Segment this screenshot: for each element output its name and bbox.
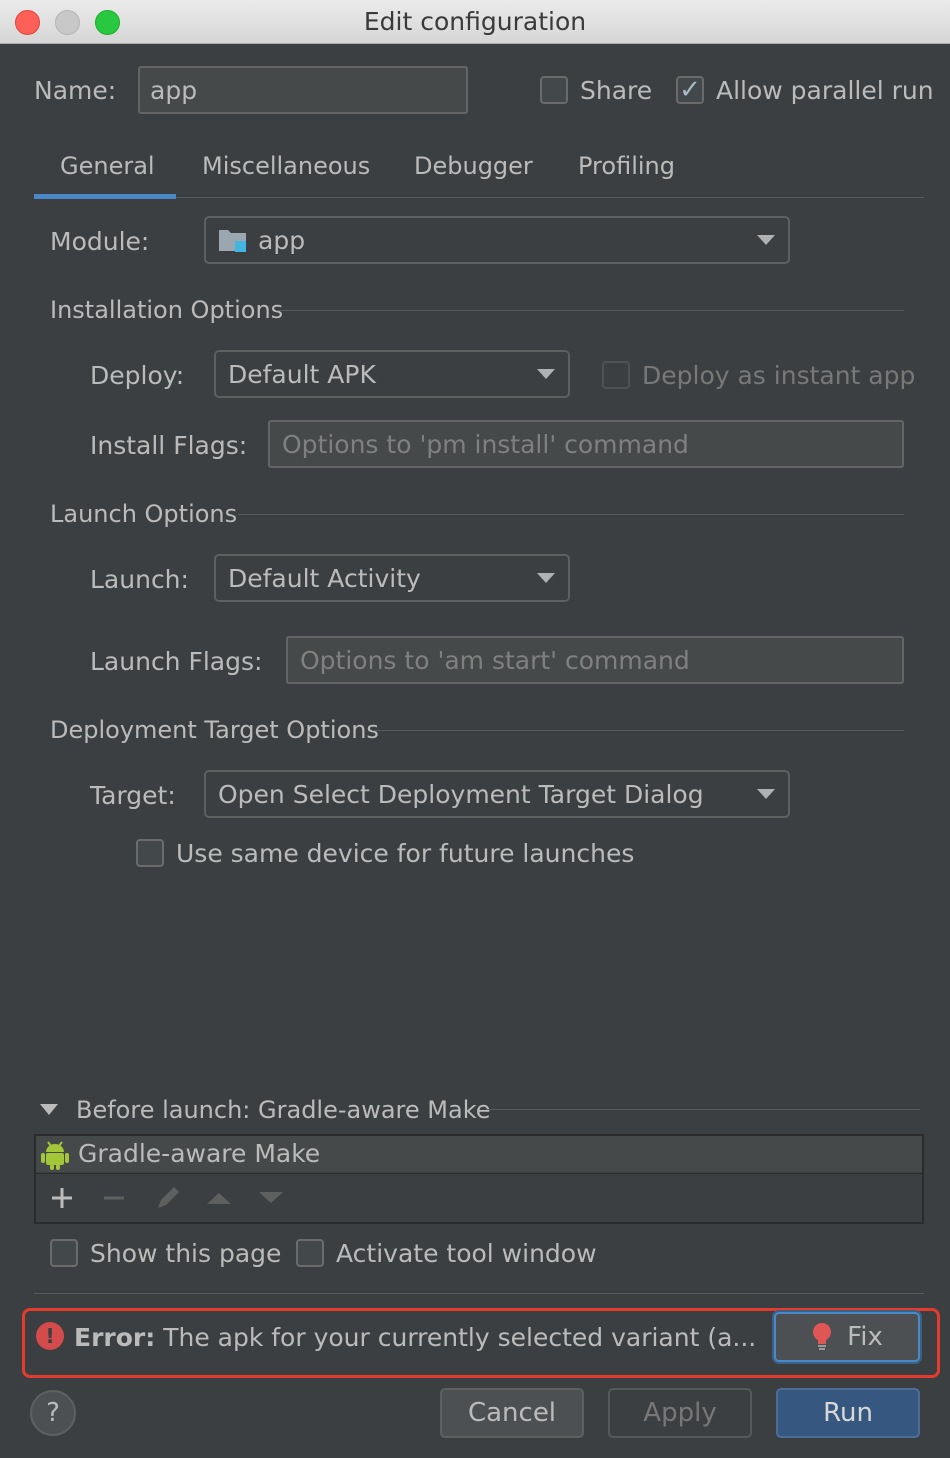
same-device-label[interactable]: Use same device for future launches xyxy=(176,839,634,868)
move-up-icon[interactable] xyxy=(206,1190,232,1206)
launch-value: Default Activity xyxy=(228,563,421,593)
activate-tool-window-label[interactable]: Activate tool window xyxy=(336,1239,597,1268)
deployment-target-options-title: Deployment Target Options xyxy=(50,716,379,744)
name-input[interactable]: app xyxy=(138,66,468,114)
module-label: Module: xyxy=(50,227,150,256)
run-button[interactable]: Run xyxy=(776,1388,920,1438)
launch-options-separator xyxy=(238,514,904,515)
before-launch-list-item[interactable]: Gradle-aware Make xyxy=(36,1136,922,1172)
before-launch-title: Before launch: Gradle-aware Make xyxy=(76,1096,491,1124)
install-flags-label: Install Flags: xyxy=(90,431,248,460)
launch-select[interactable]: Default Activity xyxy=(214,554,570,602)
window-title: Edit configuration xyxy=(363,7,587,36)
launch-flags-input[interactable]: Options to 'am start' command xyxy=(286,636,904,684)
same-device-checkbox[interactable] xyxy=(136,839,164,867)
show-this-page-checkbox[interactable] xyxy=(50,1239,78,1267)
target-value: Open Select Deployment Target Dialog xyxy=(218,779,704,809)
active-tab-indicator xyxy=(34,194,176,199)
remove-icon[interactable] xyxy=(102,1186,126,1210)
installation-options-separator xyxy=(276,310,904,311)
deploy-label: Deploy: xyxy=(90,361,185,390)
target-label: Target: xyxy=(90,781,176,810)
module-select[interactable]: app xyxy=(204,216,790,264)
error-icon: ! xyxy=(36,1322,64,1350)
activate-tool-window-checkbox[interactable] xyxy=(296,1239,324,1267)
error-prefix: Error: xyxy=(74,1323,156,1352)
help-icon: ? xyxy=(46,1398,60,1428)
share-label[interactable]: Share xyxy=(580,76,652,105)
lightbulb-icon xyxy=(811,1322,833,1352)
allow-parallel-run-checkbox[interactable]: ✓ xyxy=(676,76,704,104)
chevron-down-icon xyxy=(757,789,775,799)
before-launch-toolbar-separator xyxy=(36,1173,922,1174)
launch-flags-label: Launch Flags: xyxy=(90,647,263,676)
before-launch-separator xyxy=(486,1109,920,1110)
before-launch-item-label: Gradle-aware Make xyxy=(78,1139,321,1168)
android-icon xyxy=(40,1138,70,1170)
name-label: Name: xyxy=(34,76,117,105)
apply-button[interactable]: Apply xyxy=(608,1388,752,1438)
deploy-instant-app-label[interactable]: Deploy as instant app xyxy=(642,361,915,390)
error-message: Error: The apk for your currently select… xyxy=(74,1323,756,1352)
chevron-down-icon xyxy=(757,235,775,245)
tab-general[interactable]: General xyxy=(60,152,155,180)
deploy-select[interactable]: Default APK xyxy=(214,350,570,398)
target-select[interactable]: Open Select Deployment Target Dialog xyxy=(204,770,790,818)
move-down-icon[interactable] xyxy=(258,1190,284,1206)
tab-debugger[interactable]: Debugger xyxy=(414,152,533,180)
tab-profiling[interactable]: Profiling xyxy=(578,152,675,180)
chevron-down-icon xyxy=(537,369,555,379)
add-icon[interactable] xyxy=(50,1186,74,1210)
edit-icon[interactable] xyxy=(154,1184,182,1212)
deployment-target-options-separator xyxy=(372,730,904,731)
collapse-triangle-icon[interactable] xyxy=(40,1104,58,1115)
fix-button[interactable]: Fix xyxy=(774,1312,920,1362)
allow-parallel-run-label[interactable]: Allow parallel run xyxy=(716,76,934,105)
help-button[interactable]: ? xyxy=(30,1390,76,1436)
module-folder-icon xyxy=(218,227,248,253)
cancel-button[interactable]: Cancel xyxy=(440,1388,584,1438)
launch-options-title: Launch Options xyxy=(50,500,238,528)
deploy-instant-app-checkbox[interactable] xyxy=(602,361,630,389)
share-checkbox[interactable] xyxy=(540,76,568,104)
fix-label: Fix xyxy=(847,1322,883,1352)
module-value: app xyxy=(258,225,306,255)
chevron-down-icon xyxy=(537,573,555,583)
error-text: The apk for your currently selected vari… xyxy=(155,1323,757,1352)
installation-options-title: Installation Options xyxy=(50,296,284,324)
footer-separator xyxy=(34,1293,924,1294)
tab-miscellaneous[interactable]: Miscellaneous xyxy=(202,152,370,180)
deploy-value: Default APK xyxy=(228,359,376,389)
show-this-page-label[interactable]: Show this page xyxy=(90,1239,281,1268)
launch-label: Launch: xyxy=(90,565,189,594)
install-flags-input[interactable]: Options to 'pm install' command xyxy=(268,420,904,468)
